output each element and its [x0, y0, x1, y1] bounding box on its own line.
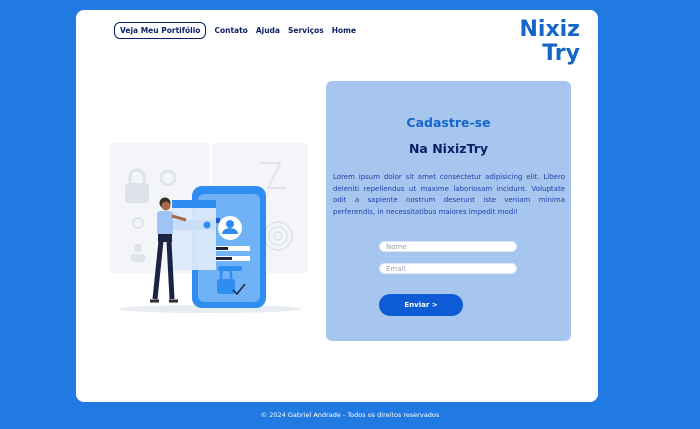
submit-button[interactable]: Enviar >	[379, 294, 463, 316]
nav-link-servicos[interactable]: Serviços	[288, 26, 324, 35]
footer-text: © 2024 Gabriel Andrade - Todos os direit…	[260, 411, 440, 419]
logo-line-2: Try	[542, 41, 580, 66]
logo-line-1: Nixiz	[519, 17, 581, 42]
portfolio-button[interactable]: Veja Meu Portifólio	[114, 22, 207, 39]
name-input[interactable]	[379, 241, 517, 252]
main-card: Veja Meu Portifólio Contato Ajuda Serviç…	[76, 10, 598, 402]
nav-link-contato[interactable]: Contato	[214, 26, 247, 35]
signup-description: Lorem ipsum dolor sit amet consectetur a…	[333, 173, 565, 216]
signup-illustration	[110, 143, 308, 313]
nav-link-ajuda[interactable]: Ajuda	[256, 26, 280, 35]
email-input[interactable]	[379, 263, 517, 274]
nav-link-home[interactable]: Home	[332, 26, 356, 35]
top-nav: Veja Meu Portifólio Contato Ajuda Serviç…	[114, 22, 356, 39]
signup-title: Cadastre-se	[406, 115, 491, 130]
brand-logo[interactable]: Nixiz Try	[520, 18, 581, 66]
signup-subtitle: Na NixizTry	[408, 141, 489, 156]
signup-panel: Cadastre-se Na NixizTry Lorem ipsum dolo…	[326, 81, 571, 341]
